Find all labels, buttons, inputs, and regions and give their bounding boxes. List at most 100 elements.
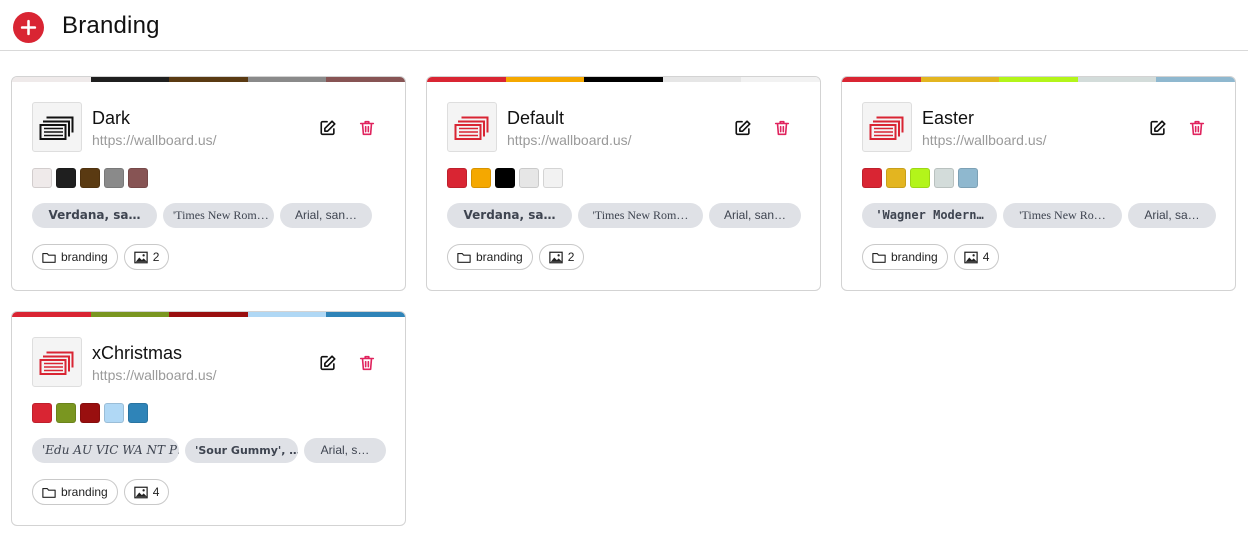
font-chip[interactable]: 'Edu AU VIC WA NT P… (32, 438, 179, 463)
font-chip[interactable]: Arial, s… (304, 438, 386, 463)
page-title: Branding (62, 12, 160, 39)
brand-name: xChristmas (92, 343, 183, 363)
color-swatch[interactable] (934, 168, 954, 188)
stacked-frames-logo-icon (39, 116, 74, 140)
branding-card[interactable]: Easter https://wallboard.us/ 'Wagner Moder… (841, 76, 1236, 291)
image-count-chip[interactable]: 4 (123, 479, 170, 505)
meta-chips: branding 4 (862, 244, 1000, 270)
color-swatch[interactable] (519, 168, 539, 188)
font-chip[interactable]: 'Times New Rom… (578, 203, 703, 228)
stacked-frames-logo-icon (39, 351, 74, 375)
brand-logo (32, 102, 82, 152)
palette-stripe-segment (247, 312, 327, 317)
palette-stripe-segment (505, 77, 585, 82)
color-swatch[interactable] (495, 168, 515, 188)
edit-button[interactable] (1147, 117, 1169, 139)
delete-button[interactable] (1186, 117, 1208, 139)
font-chip[interactable]: Arial, san… (709, 203, 801, 228)
color-swatch[interactable] (910, 168, 930, 188)
font-list: 'Edu AU VIC WA NT P… 'Sour Gummy', … Arial… (32, 438, 386, 463)
palette-stripe-segment (169, 77, 248, 82)
branding-card[interactable]: Dark https://wallboard.us/Verdana, sa… 'Ti… (11, 76, 406, 291)
color-swatch[interactable] (862, 168, 882, 188)
palette-stripe-segment (247, 77, 327, 82)
image-count-chip[interactable]: 2 (538, 244, 585, 270)
folder-label: branding (476, 250, 523, 264)
brand-name: Default (507, 108, 565, 128)
folder-icon (457, 252, 471, 263)
color-swatch[interactable] (32, 403, 52, 423)
brand-logo (32, 337, 82, 387)
color-swatch[interactable] (32, 168, 52, 188)
folder-chip[interactable]: branding (32, 479, 118, 505)
folder-icon (872, 252, 886, 263)
trash-icon (774, 120, 790, 136)
font-list: Verdana, sa… 'Times New Rom… Arial, san… (32, 203, 372, 228)
delete-button[interactable] (771, 117, 793, 139)
brand-url: https://wallboard.us/ (507, 132, 632, 148)
plus-icon (20, 19, 37, 36)
brand-url: https://wallboard.us/ (92, 132, 217, 148)
trash-icon (1189, 120, 1205, 136)
font-chip[interactable]: Arial, san… (280, 203, 372, 228)
pencil-square-icon (320, 355, 336, 371)
font-chip[interactable]: Arial, sa… (1128, 203, 1216, 228)
font-chip[interactable]: 'Times New Ro… (1003, 203, 1122, 228)
folder-chip[interactable]: branding (447, 244, 533, 270)
palette-stripe-segment (427, 77, 506, 82)
folder-icon (42, 487, 56, 498)
color-swatch[interactable] (104, 403, 124, 423)
brand-name: Easter (922, 108, 975, 128)
font-chip[interactable]: 'Wagner Modern… (862, 203, 997, 228)
color-swatch[interactable] (886, 168, 906, 188)
font-chip[interactable]: Verdana, sa… (447, 203, 572, 228)
palette-stripe-segment (584, 77, 663, 82)
branding-card[interactable]: Default https://wallboard.us/Verdana, sa…… (426, 76, 821, 291)
pencil-square-icon (735, 120, 751, 136)
palette-stripe-segment (90, 312, 170, 317)
add-branding-button[interactable] (13, 12, 44, 43)
color-swatch[interactable] (80, 403, 100, 423)
font-chip[interactable]: 'Times New Rom… (163, 203, 274, 228)
palette-stripe-segment (842, 77, 921, 82)
meta-chips: branding 2 (32, 244, 170, 270)
color-swatch[interactable] (471, 168, 491, 188)
image-count-chip[interactable]: 2 (123, 244, 170, 270)
pencil-square-icon (1150, 120, 1166, 136)
color-swatch[interactable] (543, 168, 563, 188)
color-swatch[interactable] (128, 168, 148, 188)
font-chip[interactable]: Verdana, sa… (32, 203, 157, 228)
color-swatch[interactable] (104, 168, 124, 188)
delete-button[interactable] (356, 352, 378, 374)
color-swatches (447, 168, 563, 188)
palette-stripe (12, 312, 405, 317)
color-swatch[interactable] (958, 168, 978, 188)
delete-button[interactable] (356, 117, 378, 139)
color-swatches (32, 403, 148, 423)
color-swatch[interactable] (56, 403, 76, 423)
edit-button[interactable] (317, 117, 339, 139)
color-swatch[interactable] (80, 168, 100, 188)
image-count: 2 (567, 250, 575, 264)
brand-name: Dark (92, 108, 131, 128)
color-swatch[interactable] (128, 403, 148, 423)
folder-chip[interactable]: branding (32, 244, 118, 270)
color-swatches (862, 168, 978, 188)
palette-stripe-segment (90, 77, 170, 82)
brand-url: https://wallboard.us/ (92, 367, 217, 383)
image-count: 4 (152, 485, 160, 499)
edit-button[interactable] (317, 352, 339, 374)
font-chip[interactable]: 'Sour Gummy', … (185, 438, 298, 463)
font-list: Verdana, sa… 'Times New Rom… Arial, san… (447, 203, 801, 228)
folder-chip[interactable]: branding (862, 244, 948, 270)
branding-card[interactable]: xChristmas https://wallboard.us/ 'Edu AU V… (11, 311, 406, 526)
folder-label: branding (61, 250, 108, 264)
color-swatch[interactable] (447, 168, 467, 188)
palette-stripe-segment (12, 312, 91, 317)
edit-button[interactable] (732, 117, 754, 139)
palette-stripe-segment (999, 77, 1078, 82)
image-count: 4 (982, 250, 990, 264)
stacked-frames-logo-icon (454, 116, 489, 140)
color-swatch[interactable] (56, 168, 76, 188)
image-count-chip[interactable]: 4 (953, 244, 1000, 270)
